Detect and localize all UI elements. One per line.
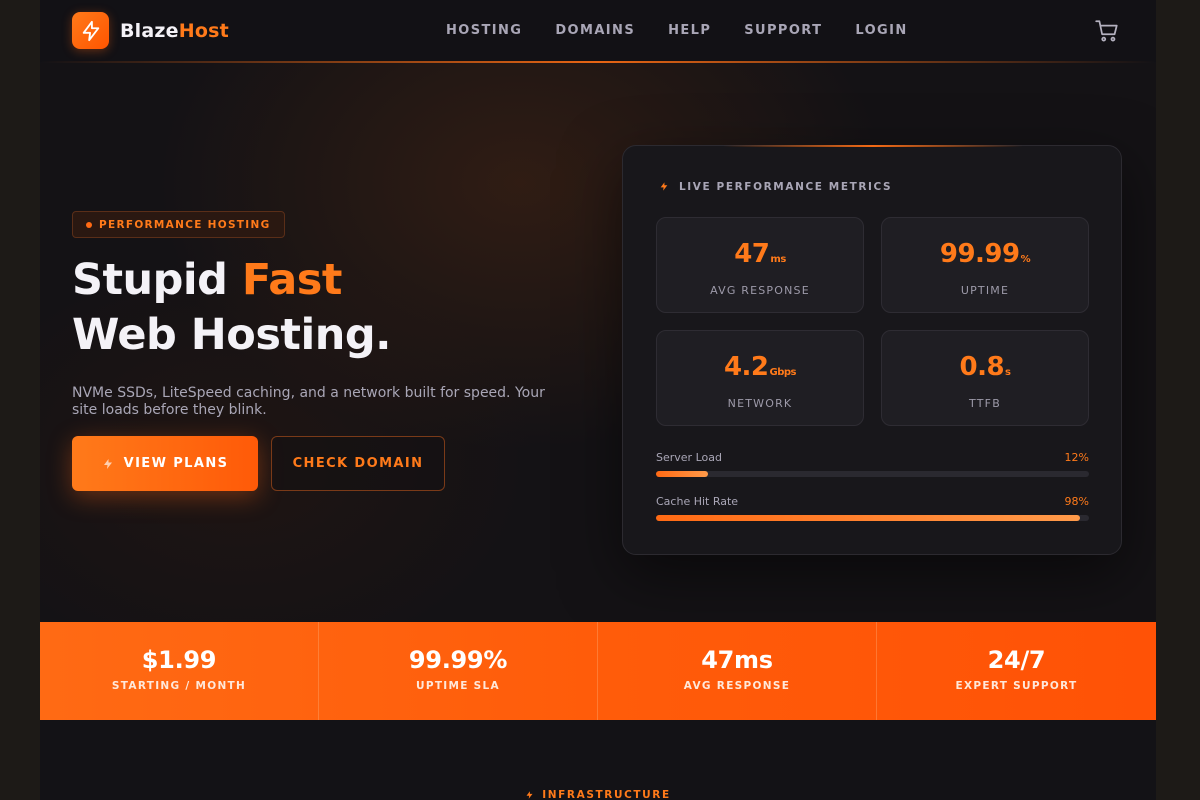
bar-label: Server Load [656,451,722,464]
bar-track [656,515,1089,521]
nav-item-support[interactable]: SUPPORT [744,23,822,38]
infrastructure-section: INFRASTRUCTURE [40,720,1156,800]
card-accent-line [723,145,1023,147]
brand-logo[interactable]: BlazeHost [72,12,229,49]
badge-label: PERFORMANCE HOSTING [99,218,271,231]
lightning-bolt-icon [102,457,114,471]
section-eyebrow: INFRASTRUCTURE [40,789,1156,800]
stat-uptime-sla: 99.99% UPTIME SLA [319,622,598,720]
bar-track [656,471,1089,477]
bar-percent: 98% [1064,495,1089,508]
shopping-cart-icon[interactable] [1094,18,1120,44]
view-plans-label: VIEW PLANS [123,456,229,471]
stat-starting-price: $1.99 STARTING / MONTH [40,622,319,720]
left-backdrop [0,0,40,800]
cache-hit-rate-bar: Cache Hit Rate 98% [656,495,1089,521]
metrics-title: LIVE PERFORMANCE METRICS [659,180,892,193]
metric-tile-uptime: 99.99% UPTIME [881,217,1089,313]
metric-tile-network: 4.2Gbps NETWORK [656,330,864,426]
stats-strip: $1.99 STARTING / MONTH 99.99% UPTIME SLA… [40,622,1156,720]
nav-item-domains[interactable]: DOMAINS [555,23,635,38]
hero-badge: PERFORMANCE HOSTING [72,211,285,238]
check-domain-label: CHECK DOMAIN [292,456,424,471]
nav-item-login[interactable]: LOGIN [855,23,907,38]
page: BlazeHost HOSTING DOMAINS HELP SUPPORT L… [40,0,1156,800]
performance-metrics-card: LIVE PERFORMANCE METRICS 47ms AVG RESPON… [622,145,1122,555]
metric-tile-avg-response: 47ms AVG RESPONSE [656,217,864,313]
metric-tile-ttfb: 0.8s TTFB [881,330,1089,426]
hero-section: PERFORMANCE HOSTING Stupid Fast Web Host… [40,63,1156,622]
view-plans-button[interactable]: VIEW PLANS [72,436,258,491]
bar-label: Cache Hit Rate [656,495,739,508]
top-nav: BlazeHost HOSTING DOMAINS HELP SUPPORT L… [40,0,1156,63]
nav-item-help[interactable]: HELP [668,23,711,38]
main-menu: HOSTING DOMAINS HELP SUPPORT LOGIN [446,23,941,38]
bar-percent: 12% [1064,451,1089,464]
nav-item-hosting[interactable]: HOSTING [446,23,522,38]
lightning-bolt-icon [659,180,669,193]
bar-fill [656,471,708,477]
lightning-bolt-icon [525,789,534,800]
brand-name: BlazeHost [120,19,229,42]
stat-expert-support: 24/7 EXPERT SUPPORT [955,646,1078,692]
right-backdrop [1156,0,1200,800]
lightning-bolt-icon [72,12,109,49]
bar-fill [656,515,1081,521]
badge-dot [86,221,92,228]
stat-avg-response: 47ms AVG RESPONSE [598,622,877,720]
hero-subtitle: NVMe SSDs, LiteSpeed caching, and a netw… [72,385,545,418]
server-load-bar: Server Load 12% [656,451,1089,477]
hero-headline: Stupid Fast Web Hosting. [72,255,391,360]
check-domain-button[interactable]: CHECK DOMAIN [271,436,445,491]
